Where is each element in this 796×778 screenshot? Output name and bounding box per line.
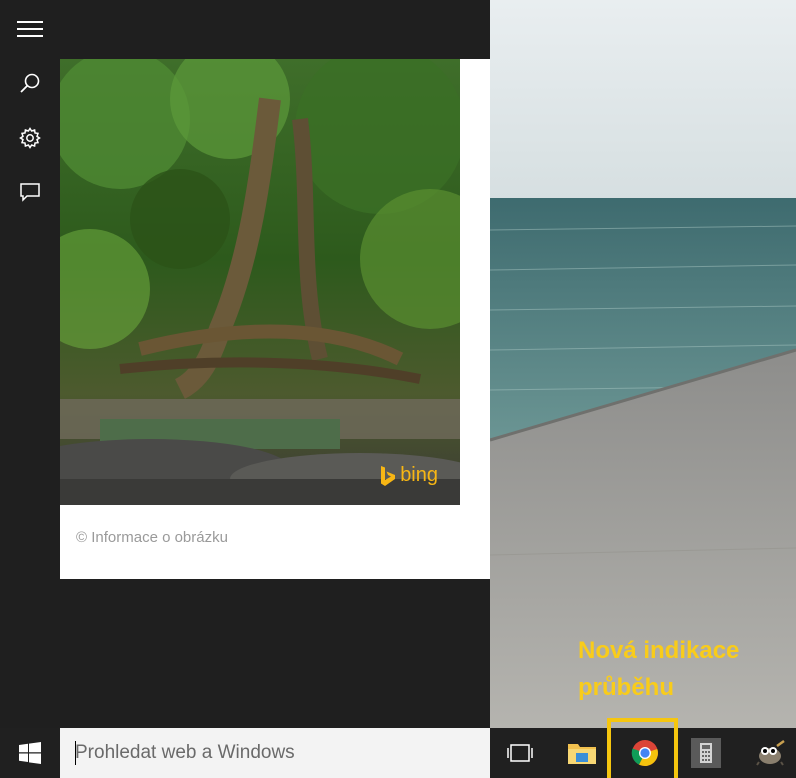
folder-icon	[568, 744, 596, 764]
calculator-icon	[691, 738, 721, 768]
search-icon	[20, 73, 40, 93]
file-explorer-button[interactable]	[557, 728, 607, 778]
image-credit-link[interactable]: © Informace o obrázku	[76, 529, 228, 546]
text-caret	[75, 741, 76, 765]
search-box[interactable]	[60, 728, 490, 778]
bing-b-icon	[381, 465, 396, 486]
task-view-icon	[507, 744, 533, 762]
chrome-button[interactable]	[619, 728, 671, 778]
bing-image[interactable]: bing	[60, 59, 460, 505]
bing-logo: bing	[380, 464, 438, 487]
search-input[interactable]	[60, 728, 490, 778]
start-button[interactable]	[0, 728, 60, 778]
gear-icon	[19, 127, 41, 149]
gimp-button[interactable]	[743, 728, 796, 778]
bing-image-card[interactable]: bing © Informace o obrázku	[60, 59, 490, 579]
feedback-button[interactable]	[0, 165, 60, 219]
desktop-wallpaper: Nová indikace průběhu	[490, 0, 796, 728]
search-button[interactable]	[0, 56, 60, 110]
start-panel: bing © Informace o obrázku	[60, 0, 490, 728]
windows-logo-icon	[19, 742, 41, 764]
chrome-icon	[631, 740, 658, 767]
jungle-root-bridge-image	[60, 59, 460, 505]
calculator-button[interactable]	[681, 728, 731, 778]
bing-logo-text: bing	[400, 464, 438, 486]
chat-icon	[20, 183, 40, 202]
settings-button[interactable]	[0, 111, 60, 165]
gimp-icon	[755, 740, 785, 766]
left-rail	[0, 0, 60, 728]
hamburger-icon	[17, 21, 43, 37]
taskbar	[0, 728, 796, 778]
progress-annotation-text: Nová indikace průběhu	[578, 637, 740, 701]
sea-pier-image	[490, 0, 796, 728]
hamburger-menu-button[interactable]	[0, 2, 60, 56]
task-view-button[interactable]	[495, 728, 545, 778]
